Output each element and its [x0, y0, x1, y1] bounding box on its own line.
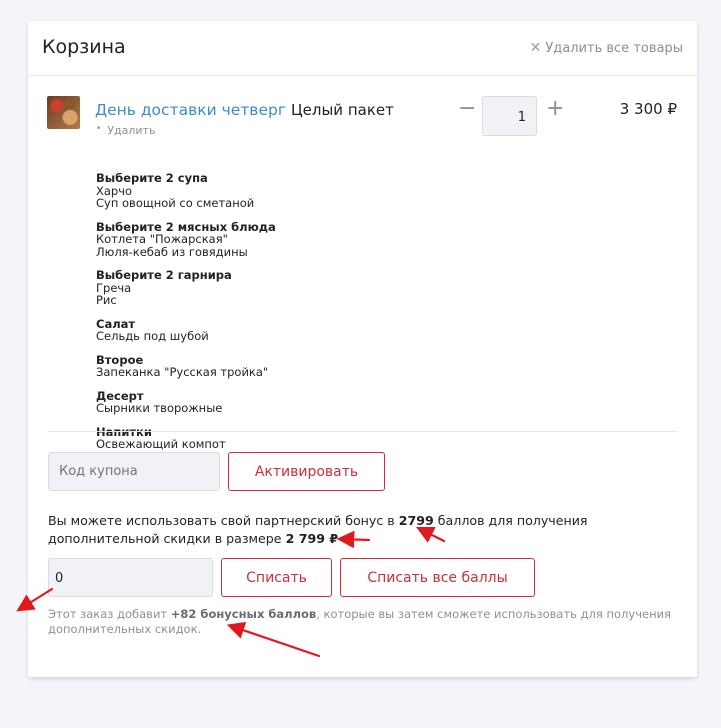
quantity-decrease-button[interactable]: −	[458, 98, 476, 120]
close-icon: ✕	[529, 40, 542, 56]
bonus-amount: 2 799 ₽	[285, 531, 339, 546]
remove-item-button[interactable]: • Удалить	[96, 124, 155, 137]
option-item: Освежающий компот	[96, 437, 226, 451]
divider	[48, 431, 677, 432]
spend-points-button[interactable]: Списать	[221, 558, 332, 597]
product-name-link[interactable]: День доставки четверг	[95, 101, 286, 119]
option-group: Второе Запеканка "Русская тройка"	[96, 353, 496, 379]
option-group: Салат Сельдь под шубой	[96, 317, 496, 343]
bullet-icon: •	[96, 124, 102, 134]
clear-all-label: Удалить все товары	[545, 40, 683, 56]
option-item: Котлета "Пожарская"	[96, 232, 228, 246]
cart-panel: Корзина ✕ Удалить все товары День достав…	[28, 21, 697, 677]
earn-bonus-amount: +82 бонусных баллов	[170, 607, 317, 621]
option-item: Запеканка "Русская тройка"	[96, 365, 269, 379]
option-item: Рис	[96, 293, 117, 307]
coupon-input[interactable]	[48, 452, 220, 491]
option-group: Выберите 2 супа Харчо Суп овощной со смета…	[96, 172, 496, 210]
spend-all-points-button[interactable]: Списать все баллы	[340, 558, 535, 597]
bonus-points: 2799	[398, 513, 434, 528]
option-group: Десерт Сырники творожные	[96, 389, 496, 415]
option-item: Греча	[96, 280, 132, 295]
earn-bonus-info: Этот заказ добавит +82 бонусных баллов, …	[48, 607, 678, 637]
page-title: Корзина	[42, 36, 126, 58]
product-variant: Целый пакет	[291, 101, 394, 119]
option-group: Выберите 2 гарнира Греча Рис	[96, 269, 496, 307]
option-item: Суп овощной со сметаной	[96, 196, 255, 210]
item-price: 3 300 ₽	[619, 100, 677, 118]
option-item: Сельдь под шубой	[96, 329, 209, 343]
quantity-increase-button[interactable]: +	[546, 98, 564, 120]
quantity-input[interactable]: 1	[482, 96, 537, 136]
activate-coupon-button[interactable]: Активировать	[228, 452, 385, 491]
cart-header: Корзина ✕ Удалить все товары	[28, 21, 697, 76]
option-group: Выберите 2 мясных блюда Котлета "Пожарска…	[96, 220, 496, 259]
option-group-title: Выберите 2 гарнира	[96, 268, 232, 282]
points-input[interactable]: 0	[48, 558, 213, 597]
option-group: Напитки Освежающий компот	[96, 425, 496, 451]
product-thumbnail[interactable]	[47, 96, 80, 129]
clear-all-button[interactable]: ✕ Удалить все товары	[530, 40, 683, 56]
item-options-list: Выберите 2 супа Харчо Суп овощной со смета…	[96, 172, 496, 462]
option-item: Люля-кебаб из говядины	[96, 244, 248, 259]
option-group-title: Выберите 2 супа	[96, 171, 208, 185]
option-item: Сырники творожные	[96, 401, 223, 415]
bonus-text-1: Вы можете использовать свой партнерский …	[48, 513, 399, 528]
bonus-info: Вы можете использовать свой партнерский …	[48, 512, 648, 548]
remove-label: Удалить	[107, 124, 156, 137]
earn-text-1: Этот заказ добавит	[48, 607, 171, 621]
